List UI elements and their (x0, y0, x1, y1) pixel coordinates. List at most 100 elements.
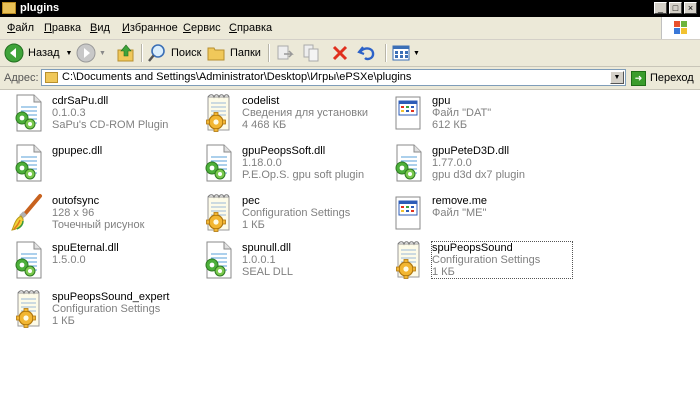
copy-to-button[interactable] (302, 43, 322, 63)
undo-button[interactable] (357, 43, 377, 63)
file-item[interactable]: gpuPeopsSoft.dll 1.18.0.0 P.E.Op.S. gpu so… (200, 143, 385, 189)
dll-icon (10, 240, 46, 280)
folder-icon (45, 72, 58, 83)
file-item[interactable]: pec Configuration Settings 1 КБ (200, 193, 385, 239)
file-detail: 1 КБ (432, 266, 455, 278)
file-detail: 0.1.0.3 (52, 107, 86, 119)
file-info: gpupec.dll (52, 145, 192, 157)
views-button[interactable]: ▼ (391, 43, 420, 63)
file-info: gpuPeteD3D.dll 1.77.0.0 gpu d3d dx7 plugin (432, 145, 572, 181)
dll-icon (200, 143, 236, 183)
config-icon (200, 193, 236, 233)
menu-favorites[interactable]: Избранное (122, 22, 178, 34)
file-name: gpuPeopsSoft.dll (242, 145, 326, 157)
file-item[interactable]: outofsync 128 x 96 Точечный рисунок (10, 193, 195, 239)
address-field[interactable]: C:\Documents and Settings\Administrator\… (41, 69, 626, 86)
title-bar: plugins _ □ × (0, 0, 700, 17)
forward-button[interactable]: ▼ (76, 43, 106, 63)
file-detail: Configuration Settings (242, 207, 351, 219)
file-detail: Configuration Settings (52, 303, 161, 315)
back-label: Назад (28, 47, 60, 59)
file-name: codelist (242, 95, 280, 107)
menu-tools[interactable]: Сервис (183, 22, 221, 34)
dll-icon (10, 93, 46, 133)
file-info: outofsync 128 x 96 Точечный рисунок (52, 195, 192, 231)
file-item[interactable]: spuEternal.dll 1.5.0.0 (10, 240, 195, 286)
file-info: spuPeopsSound_expert Configuration Settin… (52, 291, 192, 327)
delete-button[interactable] (330, 43, 350, 63)
file-item[interactable]: spuPeopsSound_expert Configuration Settin… (10, 289, 195, 335)
search-button[interactable]: Поиск (147, 43, 201, 63)
file-item[interactable]: gpuPeteD3D.dll 1.77.0.0 gpu d3d dx7 plugin (390, 143, 575, 189)
file-detail: 612 КБ (432, 119, 468, 131)
file-info: remove.me Файл "ME" (432, 195, 572, 219)
file-item[interactable]: cdrSaPu.dll 0.1.0.3 SaPu's CD-ROM Plugin (10, 93, 195, 139)
move-to-button[interactable] (275, 43, 295, 63)
go-arrow-icon: ➜ (631, 70, 646, 86)
maximize-button[interactable]: □ (669, 2, 682, 14)
go-label: Переход (650, 72, 694, 84)
file-detail: 1.0.0.1 (242, 254, 276, 266)
folders-label: Папки (230, 47, 261, 59)
file-detail: Файл "ME" (432, 207, 487, 219)
undo-icon (357, 46, 375, 61)
up-folder-button[interactable] (116, 43, 136, 63)
back-arrow-icon (4, 43, 24, 63)
address-dropdown-button[interactable]: ▼ (610, 71, 624, 84)
back-dropdown-icon[interactable]: ▼ (66, 50, 73, 57)
file-item[interactable]: gpupec.dll (10, 143, 195, 189)
copy-to-icon (303, 44, 319, 62)
file-name: outofsync (52, 195, 100, 207)
window-title: plugins (20, 2, 60, 14)
file-item[interactable]: spunull.dll 1.0.0.1 SEAL DLL (200, 240, 385, 286)
file-name: remove.me (432, 195, 488, 207)
menu-view[interactable]: Вид (90, 22, 110, 34)
menu-help[interactable]: Справка (229, 22, 272, 34)
close-button[interactable]: × (684, 2, 697, 14)
file-detail: 1.18.0.0 (242, 157, 282, 169)
dll-icon (10, 143, 46, 183)
file-item[interactable]: codelist Сведения для установки 4 468 КБ (200, 93, 385, 139)
paint-brush-icon (10, 193, 46, 233)
minimize-button[interactable]: _ (654, 2, 667, 14)
file-name: spuPeopsSound_expert (52, 291, 170, 303)
file-info: codelist Сведения для установки 4 468 КБ (242, 95, 382, 131)
toolbar-separator (141, 44, 143, 62)
config-icon (200, 93, 236, 133)
toolbar-separator (268, 44, 270, 62)
menu-file[interactable]: Файл (7, 22, 34, 34)
window-file-icon (390, 193, 426, 233)
config-icon (10, 289, 46, 329)
back-button[interactable]: Назад ▼ (4, 43, 72, 63)
folders-button[interactable]: Папки (206, 43, 261, 63)
file-name: spuEternal.dll (52, 242, 119, 254)
file-item[interactable]: remove.me Файл "ME" (390, 193, 575, 239)
file-info: gpu Файл "DAT" 612 КБ (432, 95, 572, 131)
file-detail: 4 468 КБ (242, 119, 287, 131)
file-detail: Файл "DAT" (432, 107, 492, 119)
dll-icon (200, 240, 236, 280)
address-label: Адрес: (4, 72, 39, 84)
views-dropdown-icon[interactable]: ▼ (413, 50, 420, 57)
file-detail: Точечный рисунок (52, 219, 145, 231)
file-item[interactable]: spuPeopsSound Configuration Settings 1 КБ (390, 240, 575, 286)
forward-dropdown-icon[interactable]: ▼ (99, 50, 106, 57)
address-path[interactable]: C:\Documents and Settings\Administrator\… (62, 71, 411, 83)
go-button[interactable]: ➜ Переход (631, 69, 694, 87)
forward-arrow-icon (76, 43, 96, 63)
toolbar-separator (385, 44, 387, 62)
file-item[interactable]: gpu Файл "DAT" 612 КБ (390, 93, 575, 139)
file-list-view[interactable]: cdrSaPu.dll 0.1.0.3 SaPu's CD-ROM Plugin co… (0, 90, 700, 420)
file-detail: SEAL DLL (242, 266, 293, 278)
file-detail: P.E.Op.S. gpu soft plugin (242, 169, 365, 181)
file-detail: 128 x 96 (52, 207, 95, 219)
file-name: gpupec.dll (52, 145, 103, 157)
file-info: gpuPeopsSoft.dll 1.18.0.0 P.E.Op.S. gpu so… (242, 145, 382, 181)
window-file-icon (390, 93, 426, 133)
file-detail: gpu d3d dx7 plugin (432, 169, 525, 181)
menu-edit[interactable]: Правка (44, 22, 81, 34)
file-info: spuPeopsSound Configuration Settings 1 КБ (431, 241, 573, 279)
dll-icon (390, 143, 426, 183)
file-detail: SaPu's CD-ROM Plugin (52, 119, 169, 131)
config-icon (390, 240, 426, 280)
